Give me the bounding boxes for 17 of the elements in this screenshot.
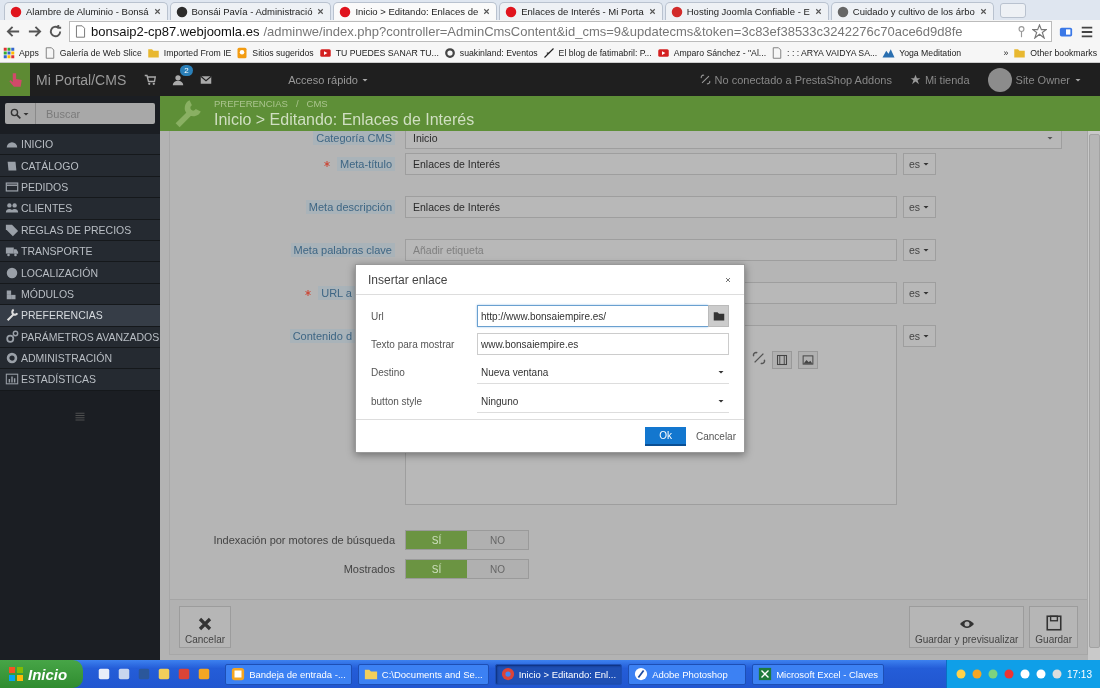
dialog-title: Insertar enlace (368, 272, 448, 287)
field-label: Url (371, 310, 385, 322)
field-label: button style (371, 396, 424, 407)
field-label: Destino (371, 367, 406, 378)
field-label: Categoría CMS (313, 131, 395, 145)
page-title: Inicio > Editando: Enlaces de Interés (214, 111, 475, 129)
clock: 17:13 (1066, 668, 1092, 680)
field-label: Contenido d (289, 329, 355, 343)
field-label: URL a (318, 286, 355, 300)
field-label: Texto para mostrar (371, 338, 456, 350)
field-label: Mostrados (342, 563, 396, 575)
breadcrumb-separator: / (295, 98, 299, 109)
notification-badge: 2 (180, 64, 193, 76)
field-label: Meta palabras clave (290, 243, 395, 257)
field-label: Indexación por motores de búsqueda (212, 534, 396, 546)
field-label: Meta descripción (305, 200, 395, 214)
field-label: Meta-título (337, 157, 395, 171)
